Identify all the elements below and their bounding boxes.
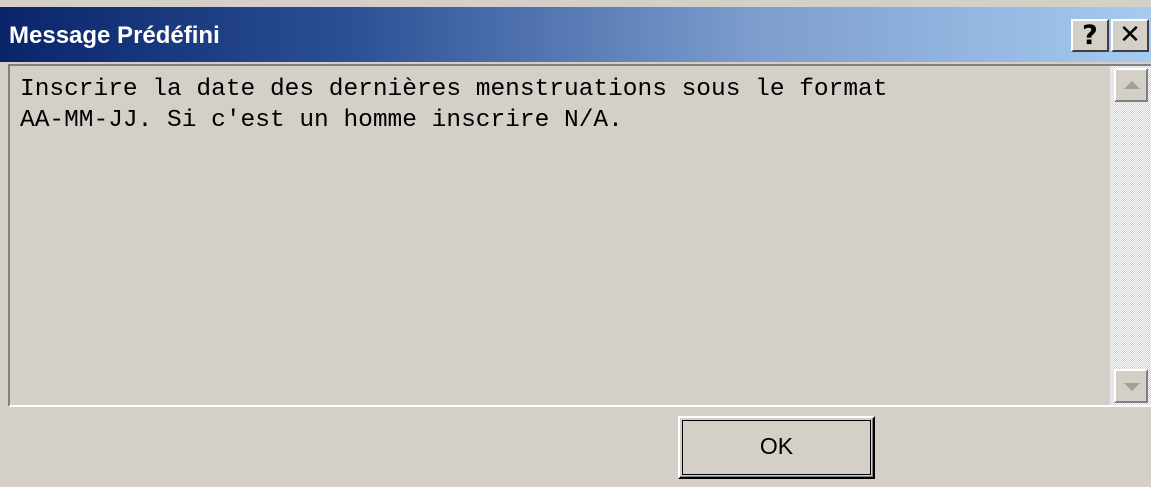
scroll-up-button[interactable] — [1114, 68, 1148, 102]
message-dialog: Message Prédéfini ? ✕ Inscrire la date d… — [0, 0, 1151, 487]
vertical-scrollbar[interactable] — [1110, 66, 1151, 405]
arrow-up-icon — [1124, 81, 1140, 89]
title-bar[interactable]: Message Prédéfini ? ✕ — [0, 7, 1151, 62]
help-button[interactable]: ? — [1071, 19, 1109, 52]
window-title: Message Prédéfini — [9, 22, 220, 49]
arrow-down-icon — [1124, 383, 1140, 391]
message-textarea[interactable]: Inscrire la date des dernières menstruat… — [8, 64, 1151, 407]
ok-button[interactable]: OK — [678, 416, 875, 479]
close-button[interactable]: ✕ — [1111, 19, 1149, 52]
scroll-down-button[interactable] — [1114, 369, 1148, 403]
message-text: Inscrire la date des dernières menstruat… — [20, 76, 888, 134]
ok-button-label: OK — [759, 433, 794, 459]
